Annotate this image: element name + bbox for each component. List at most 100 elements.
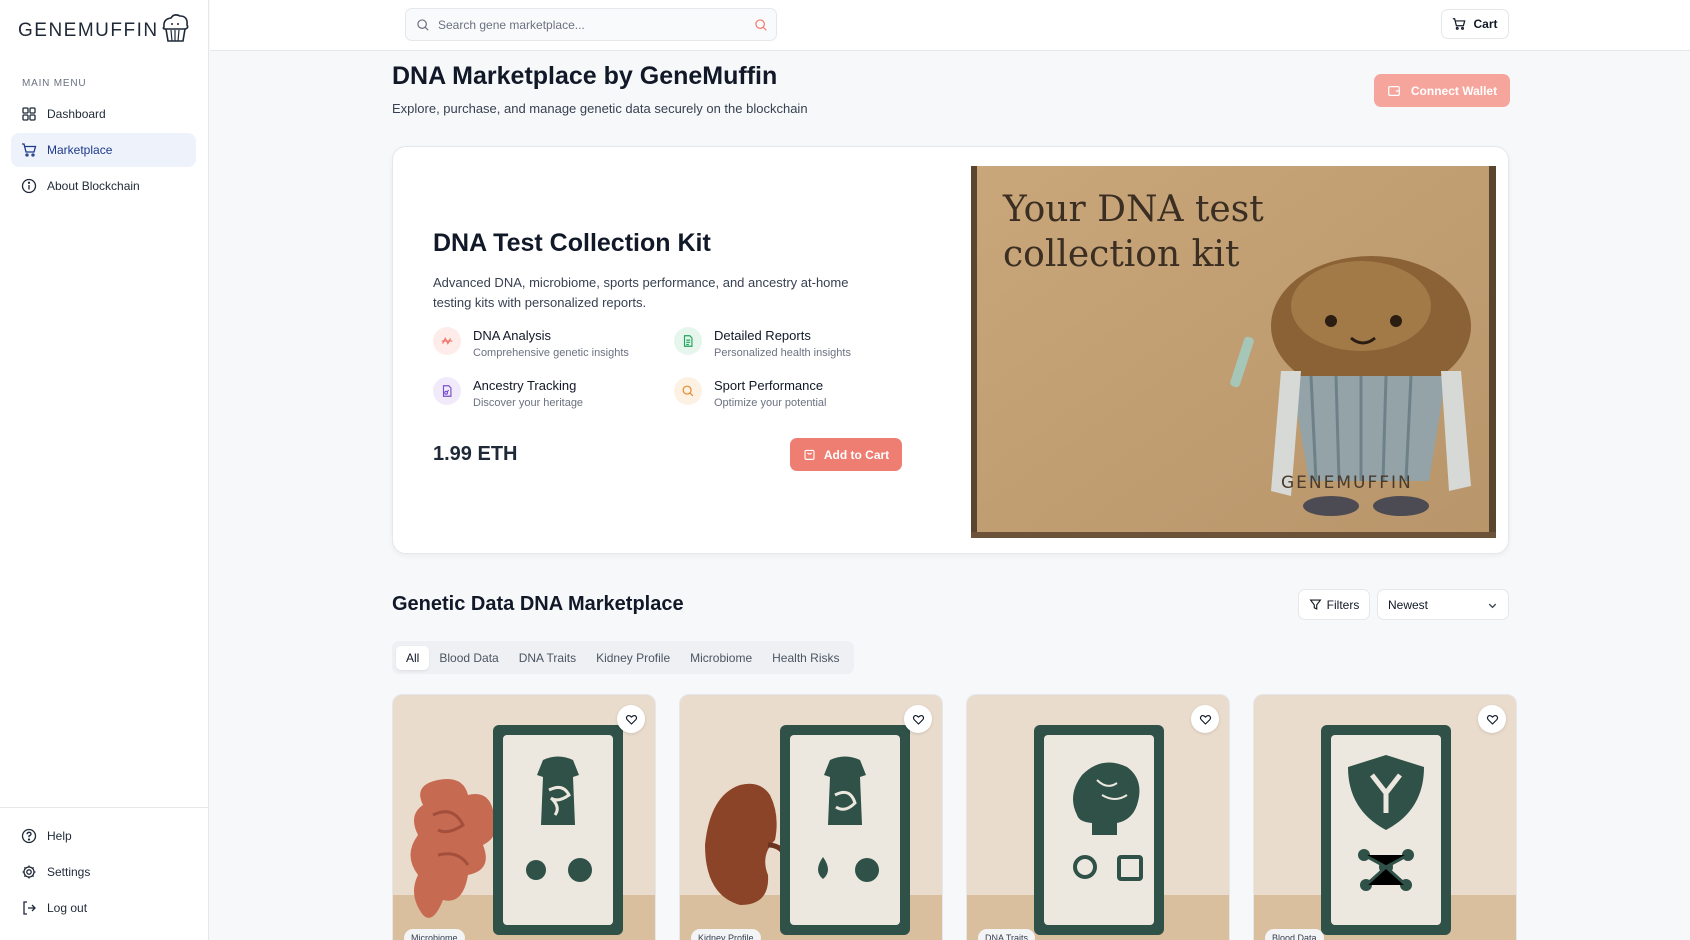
feature-title: Sport Performance [714,378,824,393]
favorite-button[interactable] [1478,705,1506,733]
kidney-kit-image [680,695,942,940]
logout-icon [23,901,36,915]
feature-subtitle: Discover your heritage [473,397,584,409]
sidebar-item-label: Help [47,829,72,843]
feature-ancestry-tracking: Ancestry Tracking Discover your heritage [433,377,583,409]
hero-description: Advanced DNA, microbiome, sports perform… [433,275,849,310]
sidebar-item-about-blockchain[interactable]: About Blockchain [11,169,196,203]
dna-traits-kit-image [967,695,1229,940]
favorite-button[interactable] [904,705,932,733]
feature-title: Detailed Reports [714,328,811,343]
microbiome-kit-image [393,695,655,940]
muffin-logo-icon [162,14,189,42]
help-circle-icon [21,828,37,844]
tab-dna-traits[interactable]: DNA Traits [509,646,586,670]
category-badge: DNA Traits [978,929,1036,940]
box-text-line1: Your DNA test [1002,189,1264,230]
document-icon [674,327,702,355]
page-subtitle: Explore, purchase, and manage genetic da… [392,101,808,116]
marketplace-title: Genetic Data DNA Marketplace [392,593,684,615]
feature-detailed-reports: Detailed Reports Personalized health ins… [674,327,851,359]
sidebar-item-label: About Blockchain [47,179,140,193]
file-icon [433,377,461,405]
grid-icon [22,107,36,121]
dna-kit-box-image: Your DNA test collection kit GENEMUFFIN [971,166,1496,538]
sidebar-item-logout[interactable]: Log out [11,891,196,925]
product-card[interactable]: Microbiome [392,694,656,940]
sidebar-item-label: Log out [47,901,88,915]
tab-health-risks[interactable]: Health Risks [762,646,849,670]
sort-value: Newest [1388,597,1429,612]
sidebar-item-label: Dashboard [47,107,106,121]
logo[interactable]: GENEMUFFIN [18,14,193,46]
sidebar-item-label: Marketplace [47,143,113,157]
sidebar-item-marketplace[interactable]: Marketplace [11,133,196,167]
heart-icon [912,714,924,725]
product-card[interactable]: Kidney Profile [679,694,943,940]
logo-text: GENEMUFFIN [18,20,159,41]
blood-data-kit-image [1254,695,1516,940]
sidebar-item-label: Settings [47,865,91,879]
top-header: Cart [210,0,1690,51]
add-to-cart-label: Add to Cart [823,447,890,462]
sidebar-item-settings[interactable]: Settings [11,855,196,889]
box-brand-text: GENEMUFFIN [1281,473,1413,493]
sidebar-item-help[interactable]: Help [11,819,196,853]
feature-dna-analysis: DNA Analysis Comprehensive genetic insig… [433,327,629,359]
main-nav: Dashboard Marketplace About Blockchain [11,97,196,205]
tab-all[interactable]: All [396,645,430,670]
sidebar: GENEMUFFIN MAIN MENU Dashboard Marketpla… [0,0,209,940]
chevron-down-icon [1488,603,1497,609]
tab-blood-data[interactable]: Blood Data [429,646,508,670]
sort-dropdown[interactable]: Newest [1377,589,1509,620]
search-bar[interactable] [405,8,777,41]
category-tabs: All Blood Data DNA Traits Kidney Profile… [392,641,854,674]
cart-button[interactable]: Cart [1441,9,1509,39]
bottom-nav: Help Settings Log out [11,819,196,927]
add-to-cart-button[interactable]: Add to Cart [790,438,902,471]
bag-icon [804,449,815,460]
cart-icon [1453,18,1466,30]
sidebar-divider [0,807,209,808]
sidebar-item-dashboard[interactable]: Dashboard [11,97,196,131]
info-icon [21,178,37,194]
product-card[interactable]: DNA Traits [966,694,1230,940]
main-menu-title: MAIN MENU [22,78,87,89]
page-title: DNA Marketplace by GeneMuffin [392,62,778,90]
filters-button[interactable]: Filters [1298,589,1370,620]
search-input[interactable] [438,17,738,32]
category-badge: Microbiome [404,929,465,940]
feature-subtitle: Optimize your potential [714,397,827,409]
category-badge: Blood Data [1265,929,1324,940]
feature-title: Ancestry Tracking [473,378,577,393]
category-badge: Kidney Profile [691,929,761,940]
hero-title: DNA Test Collection Kit [433,229,711,257]
search-icon [417,18,429,31]
heart-icon [1486,714,1498,725]
search-submit-icon[interactable] [754,18,768,32]
product-card[interactable]: Blood Data [1253,694,1517,940]
dna-icon [433,327,461,355]
tab-microbiome[interactable]: Microbiome [680,646,762,670]
connect-wallet-label: Connect Wallet [1410,83,1498,98]
heart-icon [625,714,637,725]
tab-kidney-profile[interactable]: Kidney Profile [586,646,680,670]
product-hero-card: DNA Test Collection Kit Advanced DNA, mi… [392,146,1509,554]
filters-label: Filters [1326,597,1360,612]
connect-wallet-button[interactable]: Connect Wallet [1374,74,1510,107]
search-icon [674,377,702,405]
feature-subtitle: Comprehensive genetic insights [473,347,629,359]
cart-label: Cart [1473,17,1498,31]
favorite-button[interactable] [1191,705,1219,733]
favorite-button[interactable] [617,705,645,733]
cart-icon [22,143,37,157]
feature-sport-performance: Sport Performance Optimize your potentia… [674,377,827,409]
feature-subtitle: Personalized health insights [714,347,851,359]
heart-icon [1199,714,1211,725]
product-price: 1.99 ETH [433,443,518,465]
box-text-line2: collection kit [1003,234,1240,275]
filter-icon [1309,599,1322,610]
gear-icon [22,865,36,879]
feature-title: DNA Analysis [473,328,552,343]
wallet-icon [1388,85,1400,96]
